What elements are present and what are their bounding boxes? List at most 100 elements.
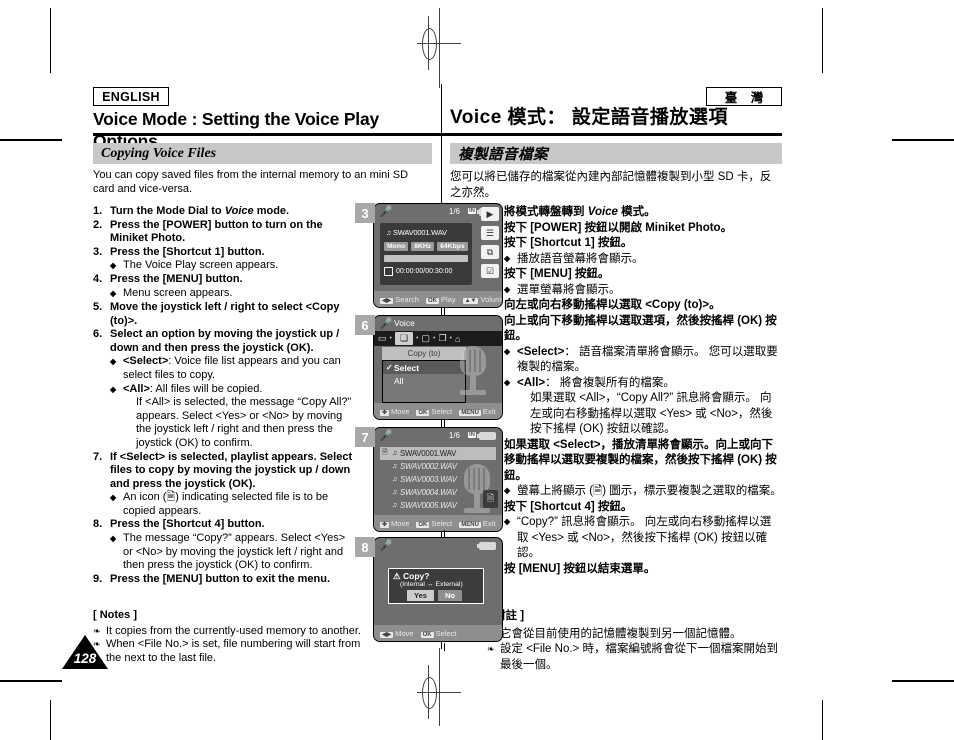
bottom-hint: OK Select bbox=[416, 407, 452, 416]
menu-option-label: All bbox=[394, 375, 404, 386]
time-display: 00:00:00/00:30:00 bbox=[384, 267, 452, 276]
step-number: 7. bbox=[93, 450, 103, 463]
check-icon bbox=[386, 376, 394, 385]
language-badge: ENGLISH bbox=[93, 87, 169, 106]
menu-option[interactable]: ✓ Select bbox=[383, 361, 465, 374]
key-label: Move bbox=[391, 406, 410, 416]
step-number: 3. bbox=[93, 245, 103, 258]
audio-format-chip: 8KHz bbox=[411, 242, 435, 251]
step-item: 2. Press the [POWER] button to turn on th… bbox=[93, 219, 355, 246]
playlist-top-bar: 🎤 1/6 IN bbox=[374, 428, 502, 444]
shortcut-2-icon[interactable]: ☰ bbox=[481, 226, 499, 240]
key-label: Volume bbox=[480, 294, 502, 304]
diamond-bullet-icon: ◆ bbox=[504, 377, 511, 387]
copy-mark-icon bbox=[382, 476, 392, 483]
step-sub-item: ◆ 播放語音螢幕將會顯示。 bbox=[504, 252, 782, 268]
step-text: Press the [MENU] button. ◆ Menu screen app… bbox=[110, 273, 355, 301]
menu-option[interactable]: All bbox=[383, 374, 465, 387]
notes-heading-cn: [ 附註 ] bbox=[487, 610, 525, 622]
step-badge-3: 3 bbox=[355, 203, 375, 223]
bottom-hint: OK Select bbox=[420, 629, 456, 638]
playlist-filename: SWAV0004.WAV bbox=[400, 488, 457, 497]
diamond-bullet-icon: ◆ bbox=[110, 493, 117, 503]
time-text: 00:00:00/00:30:00 bbox=[396, 268, 453, 275]
shortcut-4-icon[interactable]: ☑ bbox=[481, 264, 499, 278]
step-sub-text: <All>： 將會複製所有的檔案。 如果選取 <All>，“Copy All?” … bbox=[517, 376, 773, 436]
notes-heading-en: [ Notes ] bbox=[93, 609, 137, 621]
diamond-bullet-icon: ◆ bbox=[110, 261, 117, 271]
step-sub-item: ◆ <All>： 將會複製所有的檔案。 如果選取 <All>，“Copy All?”… bbox=[504, 376, 782, 438]
playback-progress-bar[interactable] bbox=[384, 255, 468, 262]
connector-8-end bbox=[444, 643, 445, 651]
section-heading-en: Copying Voice Files bbox=[93, 143, 432, 164]
step-sub-item: ◆ The Voice Play screen appears. bbox=[110, 259, 355, 273]
microphone-icon: 🎤 bbox=[379, 540, 393, 552]
key-icon: ▲▼ bbox=[462, 297, 479, 304]
diamond-bullet-icon: ◆ bbox=[504, 486, 511, 495]
bottom-hint: ▲▼Volume bbox=[462, 294, 502, 304]
step-sub-text: 播放語音螢幕將會顯示。 bbox=[517, 252, 644, 265]
menu-tab-icon[interactable]: ❑ bbox=[394, 332, 414, 345]
step-text: Press the [MENU] button to exit the menu… bbox=[110, 572, 331, 585]
step-sub-item: ◆ 螢幕上將顯示 (🗎) 圖示，標示要複製之選取的檔案。 bbox=[504, 484, 782, 500]
copy-mark-icon: 🗎 bbox=[382, 449, 388, 456]
menu-tab-row: ▭ • ❑ • ▢ • ❐ • ⌂ bbox=[374, 331, 502, 346]
bottom-hint: ◀▶ Search bbox=[380, 295, 419, 304]
key-label: Move bbox=[395, 628, 414, 638]
menu-tab-icon[interactable]: ⌂ bbox=[455, 334, 460, 344]
key-icon: ◀▶ bbox=[380, 297, 394, 304]
step-number: 4. bbox=[93, 273, 103, 286]
connector-6-7 bbox=[444, 420, 445, 428]
playlist-filename: SWAV0003.WAV bbox=[400, 475, 457, 484]
key-icon: ✤ bbox=[380, 521, 390, 528]
step-text: 將模式轉盤轉到 Voice 模式。 bbox=[504, 206, 656, 218]
bottom-hint: OK Select bbox=[416, 519, 452, 528]
bottom-hint: OK Play bbox=[426, 295, 456, 304]
tab-separator-dot: • bbox=[389, 335, 392, 342]
crop-mark-bottom-right-h bbox=[892, 680, 954, 682]
dialog-buttons: Yes No bbox=[407, 590, 462, 601]
step-number: 2. bbox=[93, 218, 103, 231]
step-text: 按下 [Shortcut 4] 按鈕。 ◆ “Copy?” 訊息將會顯示。 向左或向… bbox=[504, 500, 782, 562]
step-item: 1.將模式轉盤轉到 Voice 模式。 bbox=[487, 205, 782, 221]
key-label: Move bbox=[391, 518, 410, 528]
playlist-row[interactable]: ♫ SWAV0003.WAV bbox=[380, 473, 496, 486]
playlist-row[interactable]: 🗎 ♫ SWAV0001.WAV bbox=[380, 447, 496, 460]
playlist-row[interactable]: ♫ SWAV0005.WAV bbox=[380, 499, 496, 512]
section-heading-cn: 複製語音檔案 bbox=[450, 143, 782, 164]
section-heading-cn-text: 複製語音檔案 bbox=[458, 147, 548, 163]
page-title-cn: Voice 模式： 設定語音播放選項 bbox=[450, 107, 728, 128]
key-label: Exit bbox=[482, 406, 496, 416]
step-sub-text: 螢幕上將顯示 (🗎) 圖示，標示要複製之選取的檔案。 bbox=[517, 485, 782, 497]
playlist-row[interactable]: ♫ SWAV0004.WAV bbox=[380, 486, 496, 499]
audio-format-chip: Mono bbox=[384, 242, 409, 251]
stop-icon bbox=[384, 267, 393, 276]
copy-mark-icon: 🗎 bbox=[482, 490, 498, 508]
shortcut-1-icon[interactable]: ▶ bbox=[481, 207, 499, 221]
microphone-icon: 🎤 bbox=[379, 430, 393, 442]
diamond-bullet-icon: ◆ bbox=[110, 357, 117, 367]
wave-file-icon: ♫ bbox=[392, 463, 398, 470]
menu-tab-icon[interactable]: ❐ bbox=[438, 333, 446, 344]
step-sub-item: ◆ <Select>： 語音檔案清單將會顯示。 您可以選取要複製的檔案。 bbox=[504, 345, 782, 376]
step-sub-text: An icon (🗎) indicating selected file is … bbox=[123, 491, 329, 517]
no-button[interactable]: No bbox=[437, 590, 462, 601]
intro-paragraph-en: You can copy saved files from the intern… bbox=[93, 169, 409, 195]
yes-button[interactable]: Yes bbox=[407, 590, 434, 601]
screenshot-copy-menu: 6 🎤 Voice ▭ • ❑ • ▢ • ❐ • ⌂ Copy (to) ✓ Select Al… bbox=[355, 315, 503, 420]
shortcut-3-icon[interactable]: ⧉ bbox=[481, 245, 499, 259]
playlist-filename: SWAV0001.WAV bbox=[400, 449, 457, 458]
key-icon: OK bbox=[416, 409, 430, 416]
menu-tab-icon[interactable]: ▭ bbox=[378, 333, 387, 344]
note-text: 它會從目前使用的記憶體複製到另一個記憶體。 bbox=[500, 627, 742, 640]
menu-tab-icon[interactable]: ▢ bbox=[422, 333, 431, 344]
crop-mark-bottom-left-h bbox=[0, 680, 62, 682]
step-sub-text: <Select>: Voice file list appears and yo… bbox=[123, 355, 341, 381]
step-item: 7.如果選取 <Select>，播放清單將會顯示。向上或向下移動搖桿以選取要複製… bbox=[487, 438, 782, 500]
step-sub-item: ◆ An icon (🗎) indicating selected file is… bbox=[110, 491, 355, 518]
step-number: 9. bbox=[93, 572, 103, 585]
intro-paragraph-cn: 您可以將已儲存的檔案從內建內部記憶體複製到小型 SD 卡，反之亦然。 bbox=[450, 171, 772, 199]
bottom-hint: MENU Exit bbox=[459, 407, 495, 416]
key-icon: ◀▶ bbox=[380, 631, 394, 638]
playlist-row[interactable]: ♫ SWAV0002.WAV bbox=[380, 460, 496, 473]
